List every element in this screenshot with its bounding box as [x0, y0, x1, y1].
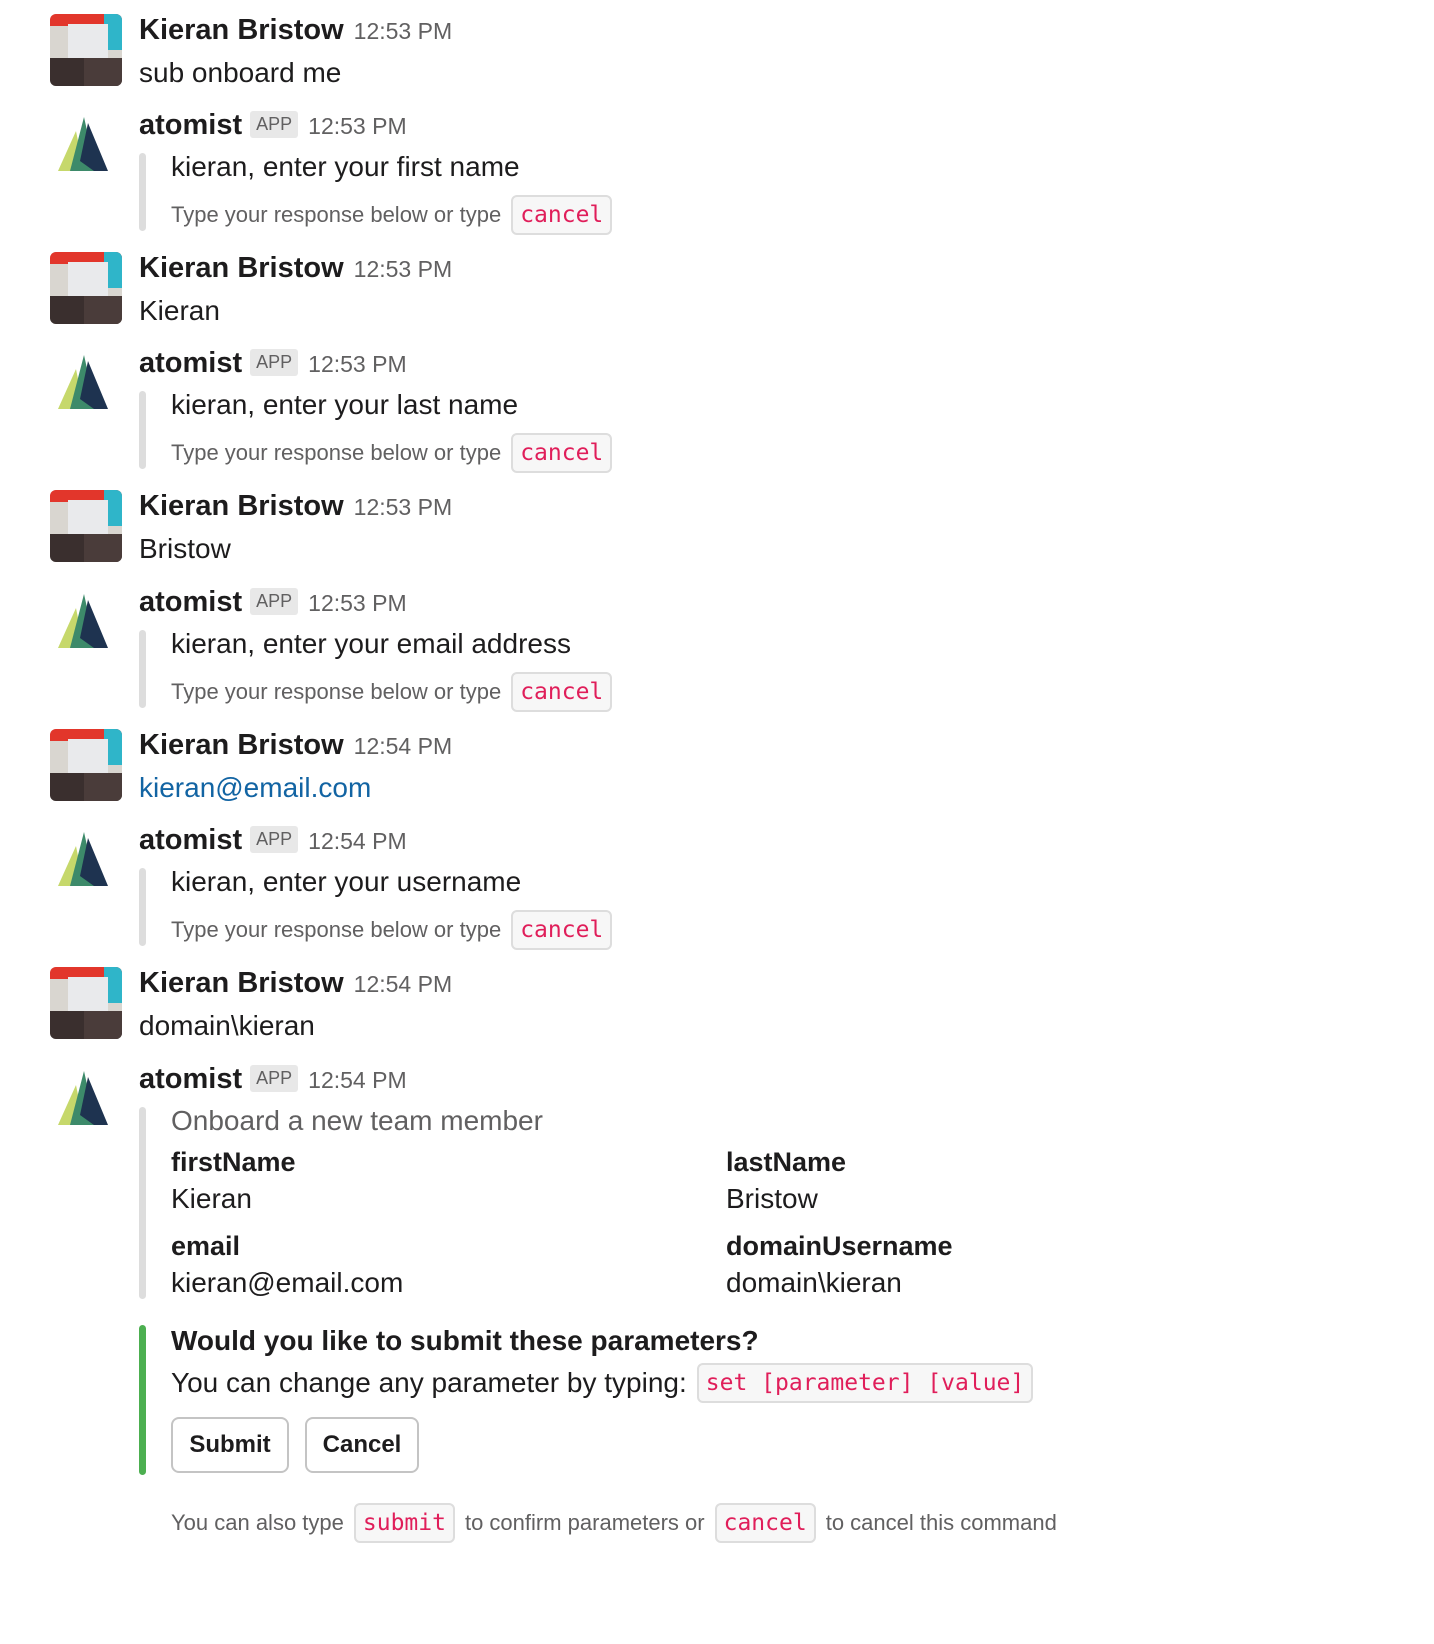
message-text: domain\kieran: [139, 1010, 315, 1041]
summary-fields: firstName Kieran lastName Bristow email …: [171, 1145, 1374, 1303]
sender-name[interactable]: Kieran Bristow: [139, 967, 344, 1000]
field-label: firstName: [171, 1147, 296, 1177]
kieran-avatar[interactable]: [50, 729, 122, 801]
cancel-code: cancel: [511, 672, 613, 712]
sender-name[interactable]: atomist: [139, 824, 242, 857]
prompt-attachment: kieran, enter your last name Type your r…: [139, 387, 1374, 473]
field-email: email kieran@email.com: [171, 1229, 726, 1303]
change-text: You can change any parameter by typing:: [171, 1367, 687, 1398]
timestamp[interactable]: 12:54 PM: [308, 1067, 406, 1094]
field-lastname: lastName Bristow: [726, 1145, 1126, 1219]
cancel-code: cancel: [714, 1503, 816, 1543]
timestamp[interactable]: 12:54 PM: [354, 971, 452, 998]
hint-text: Type your response below or type: [171, 440, 502, 465]
note-pre: You can also type: [171, 1510, 344, 1535]
atomist-logo-icon[interactable]: [50, 109, 122, 181]
prompt-text: kieran, enter your email address: [171, 628, 571, 659]
change-instruction: You can change any parameter by typing: …: [171, 1363, 1374, 1403]
message-text: Kieran: [139, 295, 220, 326]
bottom-note: You can also type submit to confirm para…: [139, 1503, 1374, 1543]
field-value: Bristow: [726, 1183, 818, 1214]
sender-name[interactable]: atomist: [139, 347, 242, 380]
sender-name[interactable]: Kieran Bristow: [139, 729, 344, 762]
sender-name[interactable]: Kieran Bristow: [139, 14, 344, 47]
app-badge: APP: [250, 1065, 299, 1092]
note-mid: to confirm parameters or: [464, 1510, 705, 1535]
sender-name[interactable]: atomist: [139, 1063, 242, 1096]
timestamp[interactable]: 12:53 PM: [354, 494, 452, 521]
field-value: domain\kieran: [726, 1267, 902, 1298]
cancel-button[interactable]: Cancel: [305, 1417, 419, 1473]
timestamp[interactable]: 12:53 PM: [308, 590, 406, 617]
field-domainusername: domainUsername domain\kieran: [726, 1229, 1126, 1303]
note-post: to cancel this command: [825, 1510, 1057, 1535]
field-value: Kieran: [171, 1183, 252, 1214]
message-text: sub onboard me: [139, 57, 342, 88]
timestamp[interactable]: 12:53 PM: [354, 256, 452, 283]
atomist-logo-icon[interactable]: [50, 824, 122, 896]
prompt-text: kieran, enter your last name: [171, 389, 519, 420]
prompt-hint: Type your response below or type cancel: [171, 195, 1374, 235]
field-label: email: [171, 1231, 241, 1261]
sender-name[interactable]: Kieran Bristow: [139, 252, 344, 285]
kieran-avatar[interactable]: [50, 490, 122, 562]
sender-name[interactable]: Kieran Bristow: [139, 490, 344, 523]
timestamp[interactable]: 12:53 PM: [354, 18, 452, 45]
cancel-code: cancel: [511, 433, 613, 473]
kieran-avatar[interactable]: [50, 967, 122, 1039]
email-link[interactable]: kieran@email.com: [139, 771, 1374, 805]
message-text: Bristow: [139, 533, 231, 564]
cancel-code: cancel: [511, 195, 613, 235]
summary-title: Onboard a new team member: [171, 1105, 543, 1136]
sender-name[interactable]: atomist: [139, 109, 242, 142]
timestamp[interactable]: 12:54 PM: [308, 828, 406, 855]
prompt-hint: Type your response below or type cancel: [171, 672, 1374, 712]
field-firstname: firstName Kieran: [171, 1145, 726, 1219]
kieran-avatar[interactable]: [50, 252, 122, 324]
prompt-attachment: kieran, enter your first name Type your …: [139, 149, 1374, 235]
prompt-attachment: kieran, enter your username Type your re…: [139, 864, 1374, 950]
prompt-attachment: kieran, enter your email address Type yo…: [139, 626, 1374, 712]
timestamp[interactable]: 12:53 PM: [308, 113, 406, 140]
prompt-hint: Type your response below or type cancel: [171, 433, 1374, 473]
sender-name[interactable]: atomist: [139, 586, 242, 619]
hint-text: Type your response below or type: [171, 202, 502, 227]
prompt-text: kieran, enter your username: [171, 866, 522, 897]
confirm-question: Would you like to submit these parameter…: [171, 1325, 759, 1356]
timestamp[interactable]: 12:53 PM: [308, 351, 406, 378]
submit-code: submit: [353, 1503, 455, 1543]
hint-text: Type your response below or type: [171, 679, 502, 704]
summary-attachment: Onboard a new team member firstName Kier…: [139, 1103, 1374, 1303]
prompt-text: kieran, enter your first name: [171, 151, 520, 182]
prompt-hint: Type your response below or type cancel: [171, 910, 1374, 950]
hint-text: Type your response below or type: [171, 917, 502, 942]
set-parameter-code: set [parameter] [value]: [696, 1363, 1034, 1403]
email-link[interactable]: kieran@email.com: [171, 1263, 726, 1303]
cancel-code: cancel: [511, 910, 613, 950]
kieran-avatar[interactable]: [50, 14, 122, 86]
app-badge: APP: [250, 826, 299, 853]
atomist-logo-icon[interactable]: [50, 347, 122, 419]
confirm-attachment: Would you like to submit these parameter…: [139, 1321, 1374, 1479]
app-badge: APP: [250, 588, 299, 615]
atomist-logo-icon[interactable]: [50, 1063, 122, 1135]
timestamp[interactable]: 12:54 PM: [354, 733, 452, 760]
submit-button[interactable]: Submit: [171, 1417, 289, 1473]
atomist-logo-icon[interactable]: [50, 586, 122, 658]
action-buttons: Submit Cancel: [171, 1417, 1374, 1473]
app-badge: APP: [250, 111, 299, 138]
app-badge: APP: [250, 349, 299, 376]
field-label: lastName: [726, 1147, 847, 1177]
field-label: domainUsername: [726, 1231, 953, 1261]
